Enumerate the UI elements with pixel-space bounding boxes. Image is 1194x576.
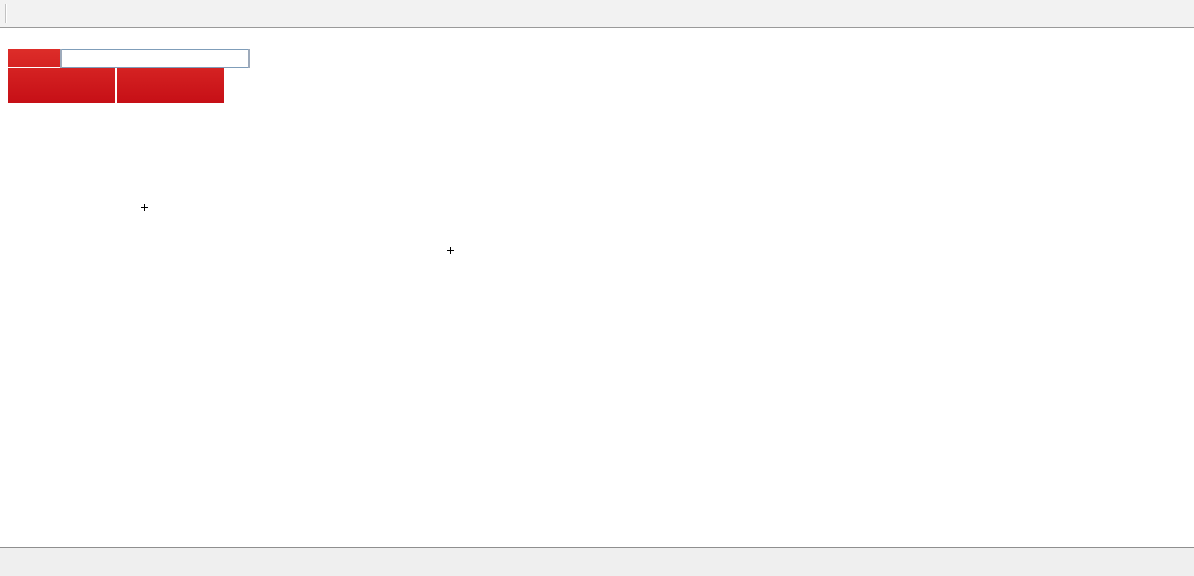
mouse-cursor-crosshair (447, 247, 454, 254)
chart-title (10, 33, 40, 47)
chart-tab-bar (0, 547, 1194, 576)
toolbar-separator (5, 4, 6, 23)
volume-increase-button[interactable] (248, 49, 250, 68)
volume-spinner (60, 49, 172, 68)
sell-price (8, 68, 115, 103)
chart-object-cross-marker (141, 204, 148, 211)
one-click-trading-widget (8, 49, 224, 103)
volume-input[interactable] (62, 49, 248, 68)
mt4-chart-window (0, 0, 1194, 576)
buy-price (117, 68, 224, 103)
timeframe-toolbar (0, 0, 1194, 28)
